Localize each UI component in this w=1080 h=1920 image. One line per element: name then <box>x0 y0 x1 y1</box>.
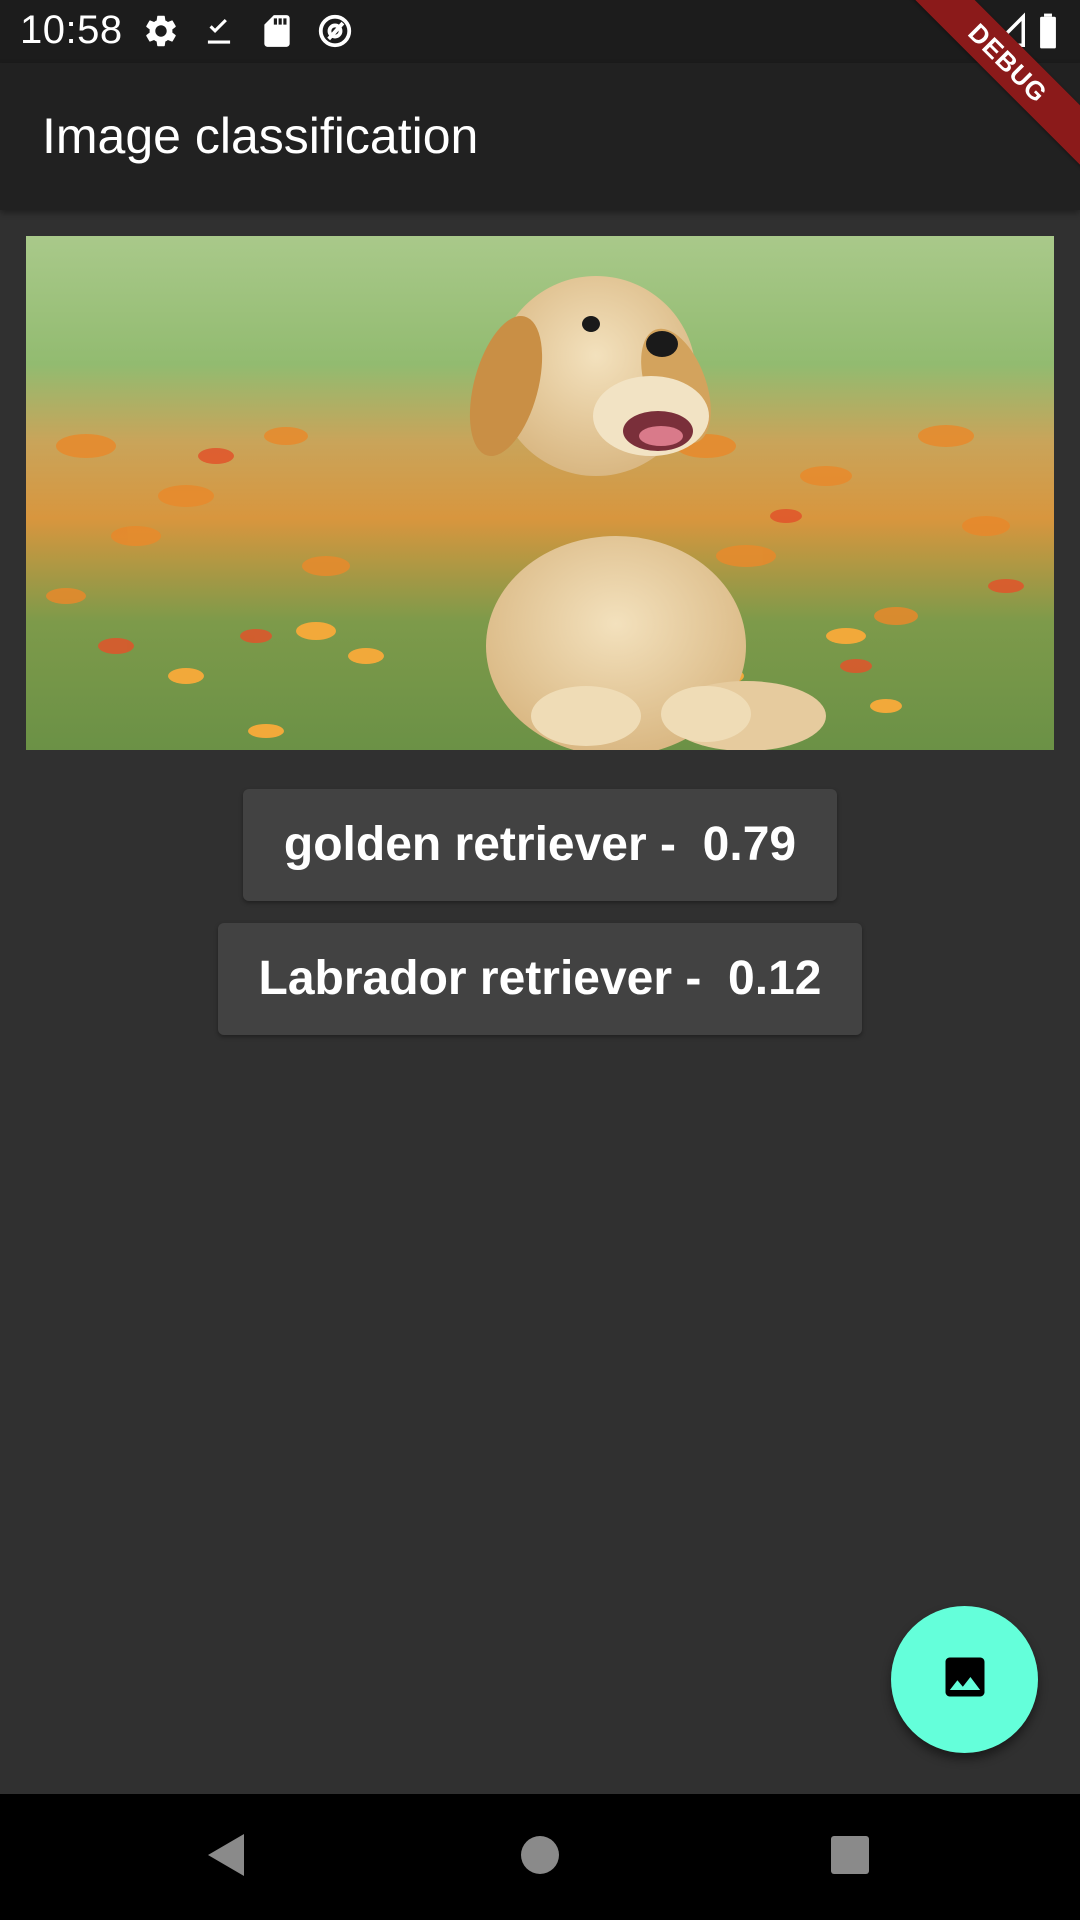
home-icon <box>518 1833 562 1882</box>
classified-photo <box>26 236 1054 750</box>
download-done-icon <box>200 12 238 50</box>
app-bar: Image classification <box>0 63 1080 210</box>
recents-button[interactable] <box>817 1824 883 1890</box>
at-sign-icon <box>316 12 354 50</box>
screen: 10:58 DEBUG Image classification golden … <box>0 0 1080 1920</box>
page-title: Image classification <box>42 108 479 164</box>
navigation-bar <box>0 1794 1080 1920</box>
status-bar: 10:58 <box>0 0 1080 63</box>
image-icon <box>939 1651 991 1708</box>
home-button[interactable] <box>507 1824 573 1890</box>
back-icon <box>202 1830 248 1885</box>
gear-icon <box>142 12 180 50</box>
back-button[interactable] <box>192 1824 258 1890</box>
recents-icon <box>829 1834 871 1881</box>
status-time: 10:58 <box>20 8 123 52</box>
pick-image-button[interactable] <box>891 1606 1038 1753</box>
result-chip-labrador-retriever: Labrador retriever - 0.12 <box>218 923 862 1035</box>
battery-icon <box>1036 12 1074 50</box>
sd-card-icon <box>258 12 296 50</box>
result-chip-golden-retriever: golden retriever - 0.79 <box>243 789 837 901</box>
